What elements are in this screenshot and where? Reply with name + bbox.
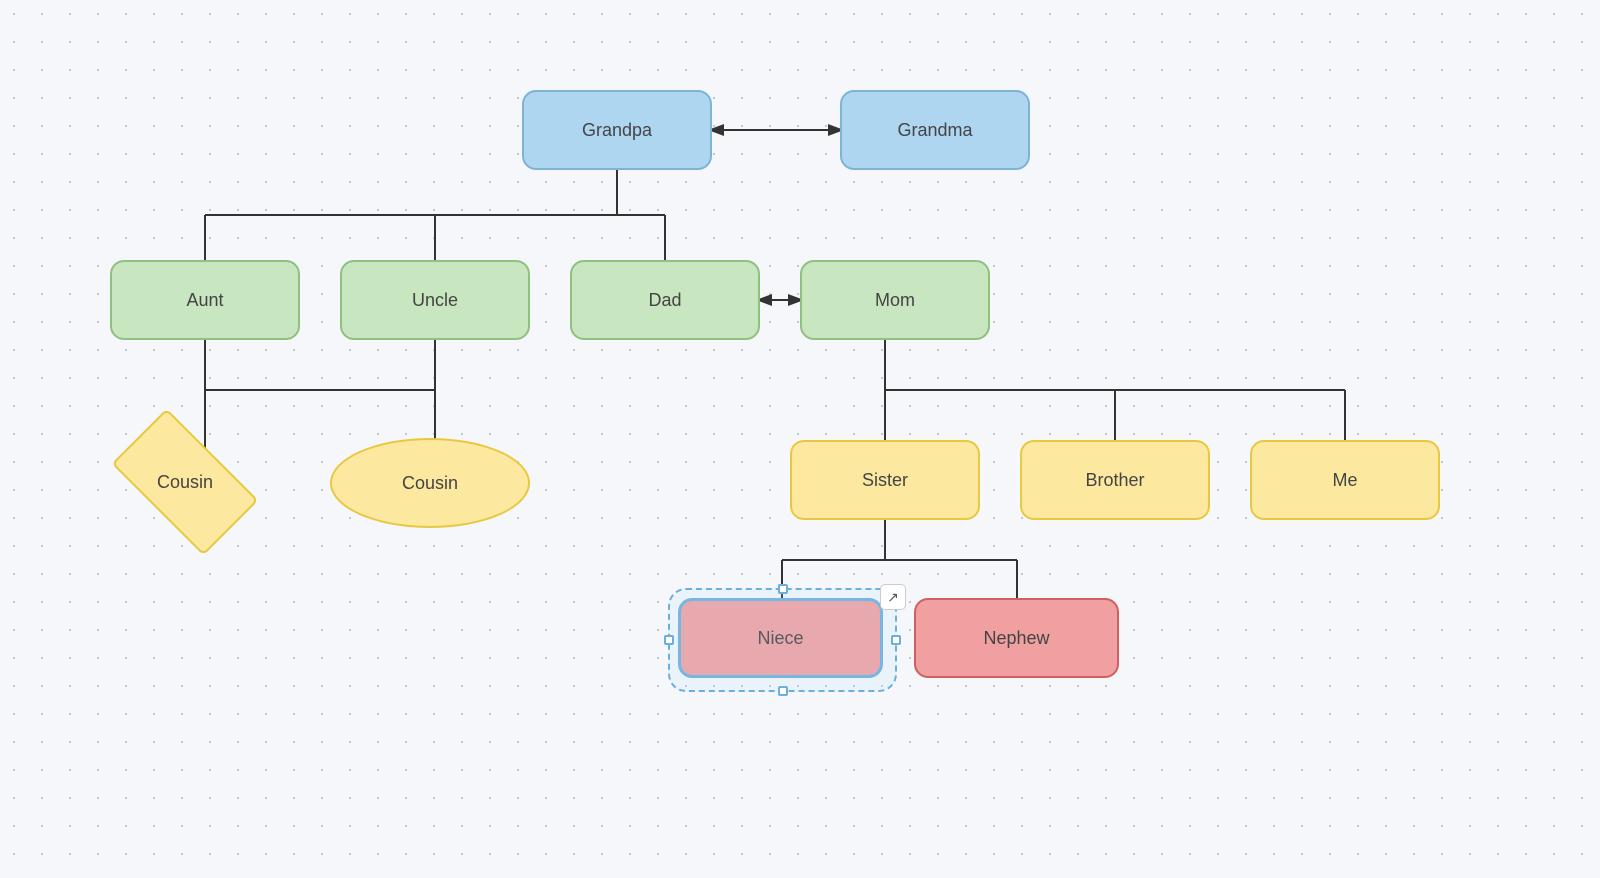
node-me-label: Me <box>1332 470 1357 491</box>
node-uncle-label: Uncle <box>412 290 458 311</box>
node-grandpa-label: Grandpa <box>582 120 652 141</box>
node-aunt[interactable]: Aunt <box>110 260 300 340</box>
node-cousin-oval[interactable]: Cousin <box>330 438 530 528</box>
node-sister[interactable]: Sister <box>790 440 980 520</box>
node-sister-label: Sister <box>862 470 908 491</box>
node-dad[interactable]: Dad <box>570 260 760 340</box>
diagram-canvas[interactable]: Grandpa Grandma Aunt Uncle Dad Mom Cousi… <box>0 0 1600 878</box>
node-brother[interactable]: Brother <box>1020 440 1210 520</box>
node-action-icon[interactable]: ↗ <box>880 584 906 610</box>
node-mom[interactable]: Mom <box>800 260 990 340</box>
node-cousin-diamond[interactable]: Cousin <box>100 428 270 536</box>
node-niece-selection <box>668 588 897 692</box>
node-grandma-label: Grandma <box>897 120 972 141</box>
node-dad-label: Dad <box>648 290 681 311</box>
node-nephew-label: Nephew <box>983 628 1049 649</box>
node-nephew[interactable]: Nephew <box>914 598 1119 678</box>
node-grandma[interactable]: Grandma <box>840 90 1030 170</box>
node-cousin-oval-label: Cousin <box>402 473 458 494</box>
node-me[interactable]: Me <box>1250 440 1440 520</box>
node-mom-label: Mom <box>875 290 915 311</box>
node-brother-label: Brother <box>1085 470 1144 491</box>
node-aunt-label: Aunt <box>186 290 223 311</box>
node-grandpa[interactable]: Grandpa <box>522 90 712 170</box>
node-uncle[interactable]: Uncle <box>340 260 530 340</box>
